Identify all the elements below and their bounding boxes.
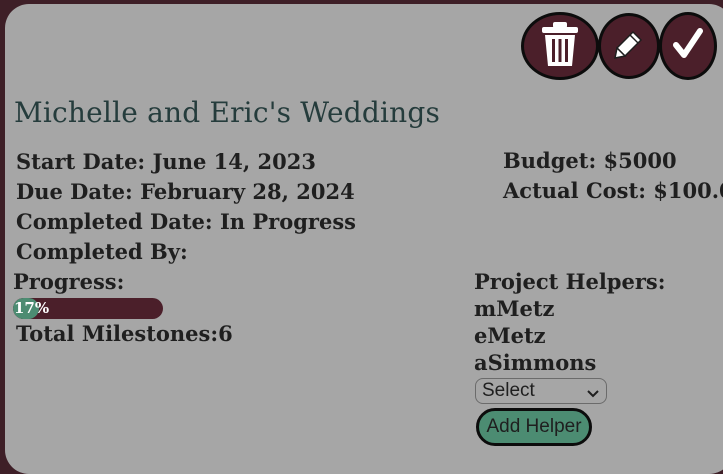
completed-date: Completed Date: In Progress: [16, 209, 356, 234]
helper-item: eMetz: [474, 323, 546, 348]
completed-by: Completed By:: [16, 239, 188, 264]
project-card: Michelle and Eric's Weddings Start Date:…: [5, 4, 723, 474]
trash-icon: [540, 20, 580, 72]
checkmark-icon: [672, 27, 704, 65]
pencil-icon: [612, 27, 646, 65]
delete-button[interactable]: [521, 12, 599, 80]
complete-button[interactable]: [659, 12, 717, 80]
helper-select[interactable]: Select: [475, 378, 607, 404]
add-helper-button[interactable]: Add Helper: [476, 408, 592, 446]
helper-select-value: Select: [482, 380, 535, 401]
total-milestones: Total Milestones:6: [16, 321, 233, 346]
budget: Budget: $5000: [503, 148, 677, 173]
progress-label: Progress:: [13, 269, 125, 294]
helper-item: mMetz: [474, 296, 555, 321]
helper-item: aSimmons: [474, 350, 597, 375]
progress-percent: 17%: [14, 299, 50, 317]
actual-cost: Actual Cost: $100.00: [503, 178, 723, 203]
project-helpers-label: Project Helpers:: [474, 269, 666, 294]
edit-button[interactable]: [598, 13, 660, 79]
start-date: Start Date: June 14, 2023: [16, 149, 316, 174]
due-date: Due Date: February 28, 2024: [16, 179, 355, 204]
page-title: Michelle and Eric's Weddings: [14, 96, 441, 129]
chevron-down-icon: [586, 383, 600, 407]
